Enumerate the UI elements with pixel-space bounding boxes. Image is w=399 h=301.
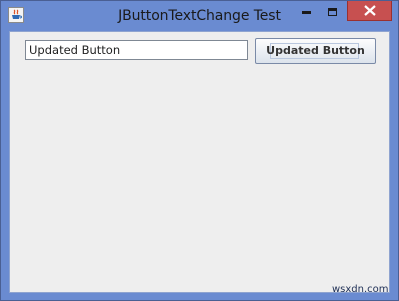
watermark-text: wsxdn.com [332, 284, 389, 295]
close-icon[interactable] [347, 1, 392, 21]
content-pane: Updated Button [9, 31, 390, 293]
title-bar[interactable]: JButtonTextChange Test [1, 1, 398, 31]
app-window: JButtonTextChange Test Updated Button ws… [0, 0, 399, 301]
minimize-icon[interactable] [294, 5, 320, 23]
button-label: Updated Button [266, 44, 365, 57]
updated-button[interactable]: Updated Button [255, 38, 376, 64]
maximize-icon[interactable] [320, 5, 346, 23]
text-field[interactable] [25, 40, 248, 60]
